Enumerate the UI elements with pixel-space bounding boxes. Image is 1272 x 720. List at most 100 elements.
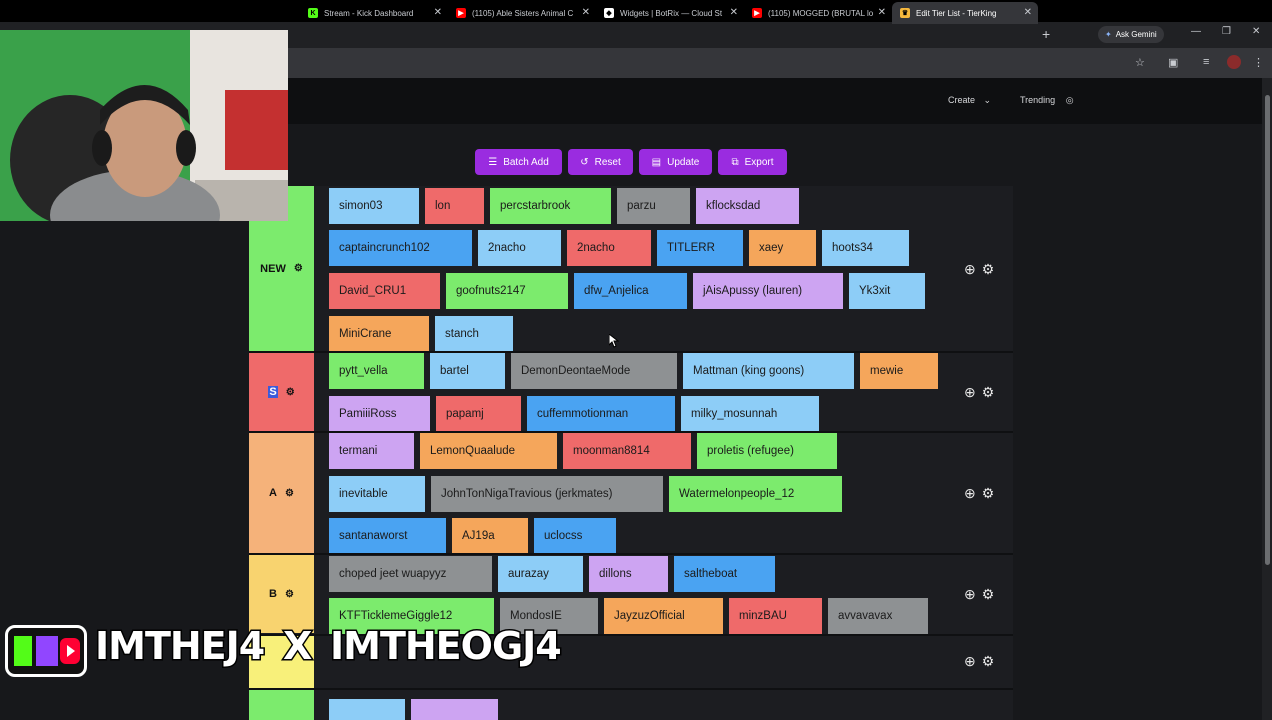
tier-item[interactable]: hoots34 bbox=[822, 230, 909, 266]
tier-item[interactable]: inevitable bbox=[329, 476, 425, 512]
tier-item[interactable]: termani bbox=[329, 433, 414, 469]
window-close-icon[interactable]: ✕ bbox=[1252, 26, 1260, 37]
tier-item[interactable]: stanch bbox=[435, 316, 513, 352]
webcam-feed bbox=[0, 30, 288, 221]
tier-item[interactable]: 2nacho bbox=[478, 230, 561, 266]
tab-kick-dashboard[interactable]: K Stream - Kick Dashboard ✕ bbox=[300, 2, 448, 24]
nav-trending[interactable]: Trending ◎ bbox=[1020, 95, 1074, 106]
close-icon[interactable]: ✕ bbox=[582, 7, 590, 18]
tier-item[interactable]: Mattman (king goons) bbox=[683, 353, 854, 389]
gear-icon[interactable]: ⚙ bbox=[285, 589, 294, 600]
tier-item[interactable]: moonman8814 bbox=[563, 433, 691, 469]
tab-youtube-1[interactable]: ▶ (1105) Able Sisters Animal C ✕ bbox=[448, 2, 596, 24]
tier-name: B bbox=[269, 588, 277, 600]
close-icon[interactable]: ✕ bbox=[730, 7, 738, 18]
tier-item[interactable]: LemonQuaalude bbox=[420, 433, 557, 469]
gemini-icon: ✦ bbox=[1105, 30, 1112, 39]
tier-item[interactable]: santanaworst bbox=[329, 518, 446, 554]
tier-item[interactable] bbox=[329, 699, 405, 720]
star-icon[interactable]: ☆ bbox=[1135, 56, 1145, 69]
tier-item[interactable]: uclocss bbox=[534, 518, 616, 554]
tier-item[interactable]: mewie bbox=[860, 353, 938, 389]
extensions-icon[interactable]: ▣ bbox=[1168, 56, 1178, 69]
tier-item[interactable]: Watermelonpeople_12 bbox=[669, 476, 842, 512]
tab-tierking[interactable]: ♛ Edit Tier List - TierKing ✕ bbox=[892, 2, 1038, 24]
tier-controls-s: ⊕ ⚙ bbox=[964, 384, 994, 401]
tier-item[interactable]: JohnTonNigaTravious (jerkmates) bbox=[431, 476, 663, 512]
tier-item[interactable]: percstarbrook bbox=[490, 188, 611, 224]
tier-item[interactable]: saltheboat bbox=[674, 556, 775, 592]
tier-item[interactable]: David_CRU1 bbox=[329, 273, 440, 309]
tier-item[interactable]: Yk3xit bbox=[849, 273, 925, 309]
add-circle-icon[interactable]: ⊕ bbox=[964, 586, 976, 603]
menu-icon[interactable]: ⋮ bbox=[1253, 56, 1264, 69]
tier-item[interactable]: bartel bbox=[430, 353, 505, 389]
tier-item[interactable]: xaey bbox=[749, 230, 816, 266]
gear-icon[interactable]: ⚙ bbox=[294, 263, 303, 274]
tier-label-next[interactable] bbox=[249, 690, 314, 720]
tier-item[interactable]: minzBAU bbox=[729, 598, 822, 634]
tier-label-a[interactable]: A ⚙ bbox=[249, 433, 314, 553]
user-circle-icon: ◎ bbox=[1065, 95, 1074, 105]
add-circle-icon[interactable]: ⊕ bbox=[964, 261, 976, 278]
tier-item[interactable]: parzu bbox=[617, 188, 690, 224]
tier-label-s[interactable]: S ⚙ bbox=[249, 353, 314, 431]
nav-create[interactable]: Create ⌄ bbox=[948, 95, 991, 106]
media-icon[interactable]: ≡ bbox=[1203, 56, 1209, 68]
tier-item[interactable]: captaincrunch102 bbox=[329, 230, 472, 266]
tier-item[interactable]: papamj bbox=[436, 396, 521, 432]
tier-item[interactable]: jAisApussy (lauren) bbox=[693, 273, 843, 309]
add-circle-icon[interactable]: ⊕ bbox=[964, 485, 976, 502]
profile-avatar[interactable] bbox=[1227, 55, 1241, 69]
tier-item[interactable]: MiniCrane bbox=[329, 316, 429, 352]
gear-icon[interactable]: ⚙ bbox=[982, 485, 995, 502]
tier-item[interactable]: TITLERR bbox=[657, 230, 743, 266]
tier-item[interactable]: cuffemmotionman bbox=[527, 396, 675, 432]
gear-icon[interactable]: ⚙ bbox=[982, 384, 995, 401]
update-button[interactable]: ▤ Update bbox=[639, 149, 712, 175]
export-button[interactable]: ⧉ Export bbox=[718, 149, 787, 175]
tier-item[interactable]: milky_mosunnah bbox=[681, 396, 819, 432]
scrollbar-thumb[interactable] bbox=[1265, 95, 1270, 565]
gear-icon[interactable]: ⚙ bbox=[982, 586, 995, 603]
reset-button[interactable]: ↺ Reset bbox=[568, 149, 633, 175]
tier-item[interactable]: proletis (refugee) bbox=[697, 433, 837, 469]
tier-item[interactable]: avvavavax bbox=[828, 598, 928, 634]
minimize-icon[interactable]: — bbox=[1191, 26, 1201, 37]
tier-controls-a: ⊕ ⚙ bbox=[964, 485, 994, 502]
gear-icon[interactable]: ⚙ bbox=[286, 387, 295, 398]
gear-icon[interactable]: ⚙ bbox=[982, 653, 995, 670]
close-icon[interactable]: ✕ bbox=[1024, 7, 1032, 18]
tier-item[interactable]: lon bbox=[425, 188, 484, 224]
tier-item[interactable]: aurazay bbox=[498, 556, 583, 592]
tab-botrix[interactable]: ◆ Widgets | BotRix — Cloud St ✕ bbox=[596, 2, 744, 24]
gear-icon[interactable]: ⚙ bbox=[285, 488, 294, 499]
close-icon[interactable]: ✕ bbox=[434, 7, 442, 18]
tier-label-b[interactable]: B ⚙ bbox=[249, 555, 314, 633]
kick-logo bbox=[5, 625, 87, 677]
ask-gemini-button[interactable]: ✦ Ask Gemini bbox=[1098, 26, 1164, 43]
tier-item[interactable]: 2nacho bbox=[567, 230, 651, 266]
tier-item[interactable]: AJ19a bbox=[452, 518, 528, 554]
tier-item[interactable]: dillons bbox=[589, 556, 668, 592]
tier-item[interactable]: choped jeet wuapyyz bbox=[329, 556, 492, 592]
tier-item[interactable]: DemonDeontaeMode bbox=[511, 353, 677, 389]
tier-divider bbox=[249, 688, 1013, 690]
tier-item[interactable]: goofnuts2147 bbox=[446, 273, 568, 309]
tab-youtube-2[interactable]: ▶ (1105) MOGGED (BRUTAL lo ✕ bbox=[744, 2, 892, 24]
batch-add-button[interactable]: ☰ Batch Add bbox=[475, 149, 562, 175]
add-circle-icon[interactable]: ⊕ bbox=[964, 653, 976, 670]
tier-item[interactable]: pytt_vella bbox=[329, 353, 424, 389]
tier-item[interactable]: dfw_Anjelica bbox=[574, 273, 687, 309]
close-icon[interactable]: ✕ bbox=[878, 7, 886, 18]
tier-item[interactable] bbox=[411, 699, 498, 720]
tier-item[interactable]: simon03 bbox=[329, 188, 419, 224]
add-circle-icon[interactable]: ⊕ bbox=[964, 384, 976, 401]
tab-title: (1105) MOGGED (BRUTAL lo bbox=[768, 8, 874, 18]
restore-icon[interactable]: ❐ bbox=[1222, 26, 1231, 37]
gear-icon[interactable]: ⚙ bbox=[982, 261, 995, 278]
tier-item[interactable]: PamiiiRoss bbox=[329, 396, 430, 432]
tier-item[interactable]: JayzuzOfficial bbox=[604, 598, 723, 634]
new-tab-icon[interactable]: + bbox=[1042, 26, 1050, 42]
tier-item[interactable]: kflocksdad bbox=[696, 188, 799, 224]
